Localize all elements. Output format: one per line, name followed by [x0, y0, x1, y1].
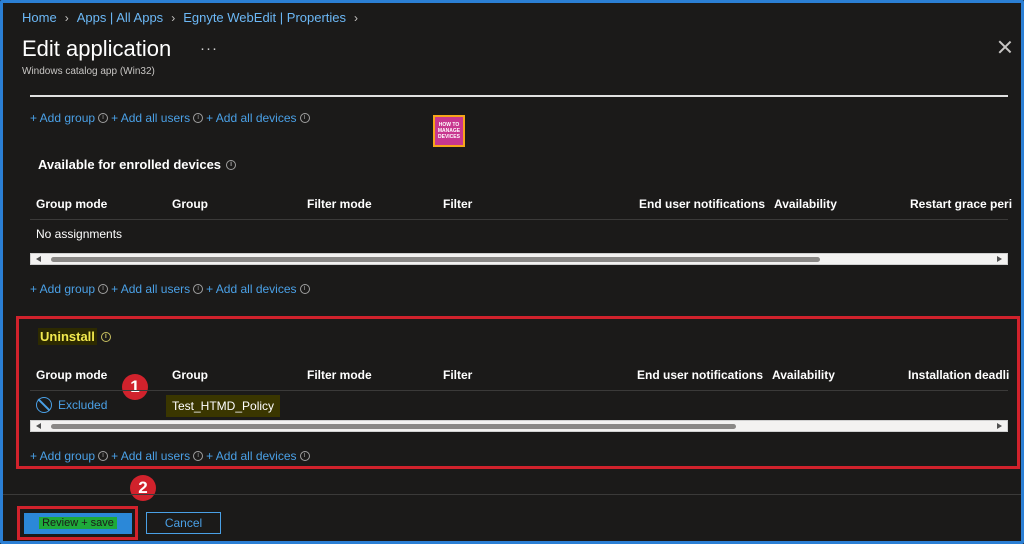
info-icon: i: [98, 113, 109, 123]
page-title: Edit application: [22, 36, 172, 61]
column-header[interactable]: End user notifications: [639, 197, 765, 211]
add-assignment-row: + Add group i + Add all users i + Add al…: [30, 282, 313, 296]
step-badge-1: 1: [122, 374, 148, 400]
breadcrumb: Home › Apps | All Apps › Egnyte WebEdit …: [22, 10, 366, 25]
excluded-icon: [36, 397, 52, 413]
more-options-button[interactable]: ···: [200, 40, 218, 57]
column-header[interactable]: Availability: [774, 197, 837, 211]
scrollbar-thumb[interactable]: [51, 257, 820, 262]
chevron-right-icon: ›: [64, 10, 69, 25]
info-icon: i: [193, 284, 204, 294]
chevron-right-icon: ›: [171, 10, 176, 25]
column-header[interactable]: Installation deadli: [908, 368, 1009, 382]
column-header[interactable]: Filter: [443, 197, 472, 211]
breadcrumb-home[interactable]: Home: [22, 10, 57, 25]
footer-divider: [3, 494, 1021, 495]
group-mode-excluded[interactable]: Excluded: [36, 397, 107, 413]
group-mode-label: Excluded: [58, 398, 108, 412]
info-icon: i: [193, 113, 204, 123]
breadcrumb-apps[interactable]: Apps | All Apps: [77, 10, 164, 25]
table-divider: [30, 219, 1008, 220]
info-icon: i: [100, 331, 111, 342]
scrollbar-thumb[interactable]: [51, 424, 736, 429]
horizontal-scrollbar[interactable]: [30, 420, 1008, 432]
htmd-logo: HOW TO MANAGE DEVICES: [433, 115, 465, 147]
info-icon: i: [299, 284, 310, 294]
add-group-link[interactable]: + Add group: [30, 449, 95, 463]
column-header[interactable]: Restart grace peri: [910, 197, 1012, 211]
info-icon: i: [98, 284, 109, 294]
page-subtitle: Windows catalog app (Win32): [22, 66, 155, 77]
add-all-users-link[interactable]: + Add all users: [111, 449, 190, 463]
add-assignment-row: + Add group i + Add all users i + Add al…: [30, 111, 313, 125]
info-icon: i: [226, 159, 237, 170]
step-badge-2: 2: [130, 475, 156, 501]
column-header[interactable]: Group mode: [36, 197, 107, 211]
add-all-users-link[interactable]: + Add all users: [111, 282, 190, 296]
empty-assignments-text: No assignments: [36, 227, 123, 241]
info-icon: i: [299, 113, 310, 123]
breadcrumb-app-properties[interactable]: Egnyte WebEdit | Properties: [183, 10, 346, 25]
scroll-right-icon[interactable]: [997, 256, 1002, 262]
column-header[interactable]: Group mode: [36, 368, 107, 382]
info-icon: i: [193, 451, 204, 461]
add-all-devices-link[interactable]: + Add all devices: [206, 111, 296, 125]
review-save-button[interactable]: Review + save: [24, 513, 132, 534]
column-header[interactable]: End user notifications: [637, 368, 763, 382]
review-save-label: Review + save: [39, 517, 117, 529]
table-divider: [30, 390, 1008, 391]
close-icon[interactable]: [998, 40, 1012, 54]
scroll-left-icon[interactable]: [36, 256, 41, 262]
info-icon: i: [98, 451, 109, 461]
add-group-link[interactable]: + Add group: [30, 282, 95, 296]
add-all-users-link[interactable]: + Add all users: [111, 111, 190, 125]
horizontal-scrollbar[interactable]: [30, 253, 1008, 265]
column-header[interactable]: Group: [172, 197, 208, 211]
column-header[interactable]: Availability: [772, 368, 835, 382]
divider: [30, 95, 1008, 97]
scroll-right-icon[interactable]: [997, 423, 1002, 429]
group-name-cell[interactable]: Test_HTMD_Policy: [166, 395, 281, 417]
cancel-button[interactable]: Cancel: [146, 512, 221, 534]
column-header[interactable]: Filter mode: [307, 368, 372, 382]
column-header[interactable]: Filter: [443, 368, 472, 382]
uninstall-section-title: Uninstall i: [38, 328, 114, 345]
uninstall-highlight-box: [16, 316, 1020, 469]
scroll-left-icon[interactable]: [36, 423, 41, 429]
column-header[interactable]: Group: [172, 368, 208, 382]
chevron-right-icon: ›: [354, 10, 359, 25]
add-group-link[interactable]: + Add group: [30, 111, 95, 125]
add-all-devices-link[interactable]: + Add all devices: [206, 449, 296, 463]
available-section-title: Available for enrolled devices i: [38, 157, 239, 172]
add-assignment-row: + Add group i + Add all users i + Add al…: [30, 449, 313, 463]
add-all-devices-link[interactable]: + Add all devices: [206, 282, 296, 296]
info-icon: i: [299, 451, 310, 461]
column-header[interactable]: Filter mode: [307, 197, 372, 211]
